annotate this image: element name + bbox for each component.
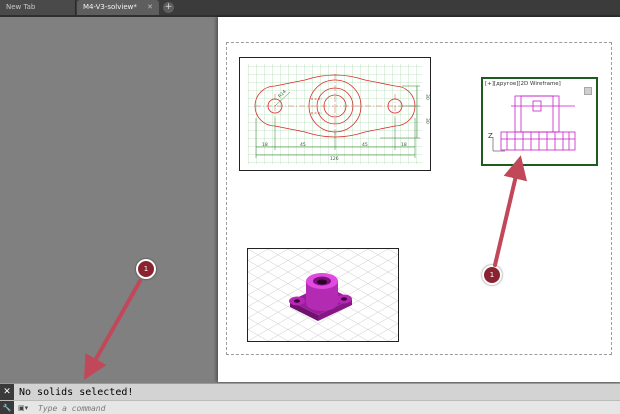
close-icon[interactable]: ✕ [0, 384, 14, 401]
command-history-line: ✕ No solids selected! [0, 383, 620, 401]
tab-label: M4-V3-solview* [83, 3, 137, 11]
tab-m4-v3-solview[interactable]: M4-V3-solview* ✕ [77, 0, 159, 15]
tab-label: New Tab [6, 3, 36, 11]
drawing-workspace[interactable]: R14 30 30 18 45 45 18 126 [+][другое][2D… [0, 17, 620, 382]
command-input-row: 🔧 ▣▾ [0, 400, 620, 414]
arrow-to-command-line [84, 279, 142, 380]
close-icon[interactable]: ✕ [146, 3, 154, 11]
arrow-to-front-viewport [493, 155, 528, 267]
add-tab-icon[interactable]: + [163, 2, 174, 13]
command-prompt-icon[interactable]: ▣▾ [18, 403, 34, 413]
command-input[interactable] [38, 402, 598, 414]
callout-arrows [84, 155, 528, 380]
tab-new-tab[interactable]: New Tab [0, 0, 76, 15]
document-tab-bar: New Tab M4-V3-solview* ✕ + [0, 0, 620, 16]
command-history-text: No solids selected! [19, 387, 134, 398]
wrench-icon[interactable]: 🔧 [0, 401, 14, 414]
